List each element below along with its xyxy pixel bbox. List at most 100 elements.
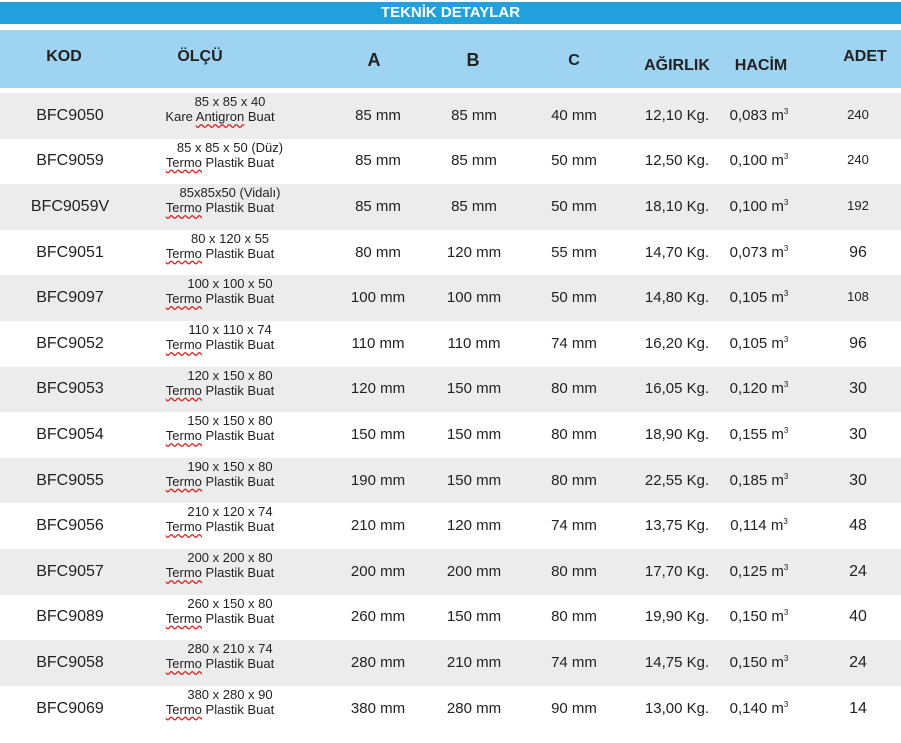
cell-c: 80 mm [551,425,597,443]
table-row: BFC9097 100 x 100 x 50 Termo Plastik Buat 1… [0,275,901,321]
cell-kod: BFC9052 [36,334,104,352]
cell-adet: 240 [847,106,869,122]
header-c: C [568,52,580,69]
cell-a: 190 mm [350,471,406,489]
olcu-dimension: 110 x 110 x 74 [188,322,272,337]
cell-hacim: 0,100 m3 [729,197,789,215]
olcu-dimension: 80 x 120 x 55 [190,230,270,246]
cell-c: 50 mm [551,197,597,215]
cubic-superscript: 3 [783,289,789,299]
cell-olcu: 85x85x50 (Vidalı) Termo Plastik Buat [140,185,300,215]
cubic-superscript: 3 [783,517,788,527]
cell-kod: BFC9051 [36,243,104,261]
cell-agirlik: 16,05 Kg. [644,380,710,398]
cubic-superscript: 3 [783,334,789,344]
cell-a: 100 mm [350,289,406,307]
desc-word: Termo [165,565,202,580]
cell-kod: BFC9055 [36,471,104,489]
desc-word: Termo [165,154,202,170]
olcu-dimension: 85 x 85 x 50 (Düz) [176,139,284,155]
desc-word: Antigron [195,109,245,124]
cell-hacim: 0,100 m3 [729,152,789,170]
desc-suffix: Plastik Buat [201,565,275,580]
desc-word: Termo [165,428,202,444]
cell-olcu: 80 x 120 x 55 Termo Plastik Buat [140,231,300,261]
cell-agirlik: 18,90 Kg. [644,425,710,443]
cell-c: 74 mm [551,517,597,535]
cell-adet: 30 [849,471,867,489]
cell-c: 74 mm [551,334,597,352]
cell-c: 55 mm [551,243,597,261]
cell-a: 80 mm [355,243,401,261]
cubic-superscript: 3 [783,197,789,207]
cell-hacim: 0,105 m3 [729,334,789,352]
cell-hacim: 0,120 m3 [729,380,789,398]
olcu-description: Termo Plastik Buat [140,702,300,717]
cell-hacim: 0,073 m3 [729,243,789,261]
desc-suffix: Buat [244,109,275,124]
table-row: BFC9055 190 x 150 x 80 Termo Plastik Buat 1… [0,457,901,504]
cell-olcu: 380 x 280 x 90 Termo Plastik Buat [140,687,300,717]
cell-agirlik: 18,10 Kg. [644,197,710,215]
cell-b: 280 mm [446,699,502,717]
olcu-dimension: 85 x 85 x 40 [194,94,266,109]
olcu-dimension: 100 x 100 x 50 [187,276,273,292]
table-header: KOD ÖLÇÜ A B C AĞIRLIK HACİM ADET [0,30,901,88]
cell-hacim: 0,155 m3 [729,425,789,443]
desc-suffix: Plastik Buat [201,382,275,398]
olcu-description: Termo Plastik Buat [140,200,300,215]
cell-adet: 24 [849,562,867,580]
desc-word: Termo [165,291,202,307]
section-title: TEKNİK DETAYLAR [0,2,901,24]
cell-c: 50 mm [551,152,597,170]
desc-suffix: Plastik Buat [201,245,275,261]
desc-word: Termo [165,473,202,489]
cell-adet: 96 [849,243,867,261]
desc-suffix: Plastik Buat [201,154,275,170]
olcu-dimension: 260 x 150 x 80 [187,595,273,611]
desc-word: Termo [165,519,202,535]
cubic-superscript: 3 [783,380,789,390]
cell-agirlik: 14,80 Kg. [644,289,710,307]
cell-a: 85 mm [355,106,401,124]
cell-c: 80 mm [551,380,597,398]
cell-b: 120 mm [446,517,502,535]
header-hacim: HACİM [734,57,788,74]
cell-b: 100 mm [446,289,502,307]
table-row: BFC9057 200 x 200 x 80 Termo Plastik Buat 2… [0,549,901,595]
cell-hacim: 0,185 m3 [729,471,789,489]
cell-olcu: 210 x 120 x 74 Termo Plastik Buat [140,504,300,534]
table-row: BFC9053 120 x 150 x 80 Termo Plastik Buat 1… [0,366,901,413]
cell-a: 85 mm [355,152,401,170]
cell-kod: BFC9057 [36,562,104,580]
olcu-dimension: 120 x 150 x 80 [187,367,273,383]
olcu-dimension: 190 x 150 x 80 [187,458,273,474]
cell-agirlik: 17,70 Kg. [644,562,710,580]
cell-adet: 96 [849,334,867,352]
cubic-superscript: 3 [783,425,789,435]
cell-agirlik: 12,50 Kg. [644,152,710,170]
cell-kod: BFC9050 [36,106,104,124]
cell-a: 110 mm [351,334,405,352]
olcu-description: Termo Plastik Buat [140,656,300,671]
cell-kod: BFC9089 [36,608,104,626]
desc-word: Termo [165,656,202,672]
cell-b: 85 mm [451,152,497,170]
cell-olcu: 190 x 150 x 80 Termo Plastik Buat [140,459,300,489]
cell-olcu: 110 x 110 x 74 Termo Plastik Buat [140,322,300,352]
olcu-description: Termo Plastik Buat [140,474,300,489]
cell-adet: 48 [849,517,867,535]
desc-suffix: Plastik Buat [201,519,275,535]
table-row: BFC9054 150 x 150 x 80 Termo Plastik Buat 1… [0,412,901,458]
header-adet: ADET [843,48,887,65]
cell-olcu: 150 x 150 x 80 Termo Plastik Buat [140,413,300,443]
desc-word: Termo [165,610,202,626]
header-b: B [466,50,480,70]
cell-agirlik: 13,00 Kg. [644,699,710,717]
cell-b: 150 mm [446,471,502,489]
olcu-dimension: 210 x 120 x 74 [187,504,273,520]
cell-a: 200 mm [350,562,406,580]
cell-a: 260 mm [350,608,406,626]
olcu-description: Kare Antigron Buat [140,109,300,124]
olcu-description: Termo Plastik Buat [140,519,300,534]
